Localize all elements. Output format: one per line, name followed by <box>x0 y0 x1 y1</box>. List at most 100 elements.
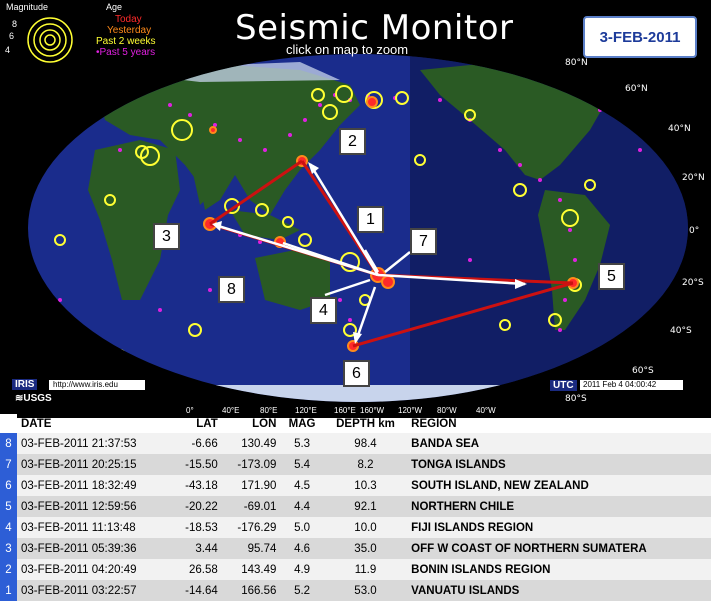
iris-link[interactable]: http://www.iris.edu <box>49 380 145 390</box>
table-row[interactable]: 6 03-FEB-2011 18:32:49 -43.18 171.90 4.5 10.3… <box>0 475 711 496</box>
legend-magnitude-label: Magnitude <box>6 2 49 12</box>
cell-depth: 35.0 <box>323 538 408 559</box>
col-depth: DEPTH km <box>336 417 395 430</box>
lat-label: 60°S <box>632 366 654 376</box>
cell-mag: 4.9 <box>280 559 324 580</box>
cell-lat: 3.44 <box>171 538 222 559</box>
cell-mag: 4.4 <box>280 496 324 517</box>
cell-date: 03-FEB-2011 21:37:53 <box>17 433 172 454</box>
cell-region: OFF W COAST OF NORTHERN SUMATERA <box>407 538 711 559</box>
col-lon: LON <box>252 417 277 430</box>
table-row[interactable]: 5 03-FEB-2011 12:59:56 -20.22 -69.01 4.4 92.1… <box>0 496 711 517</box>
lat-label: 80°N <box>565 58 588 68</box>
legend-mag-6: 6 <box>9 31 15 41</box>
rank-badge: 2 <box>0 559 17 580</box>
cell-date: 03-FEB-2011 03:22:57 <box>17 580 172 601</box>
cell-lon: 130.49 <box>221 433 281 454</box>
cell-region: NORTHERN CHILE <box>407 496 711 517</box>
cell-lat: -20.22 <box>171 496 222 517</box>
world-map[interactable] <box>0 0 711 418</box>
cell-lon: 166.56 <box>221 580 281 601</box>
cell-lat: -18.53 <box>171 517 222 538</box>
cell-lat: -43.18 <box>171 475 222 496</box>
rank-badge: 1 <box>0 580 17 601</box>
legend-age-yesterday: Yesterday <box>107 25 152 36</box>
lat-label: 40°N <box>668 124 691 134</box>
cell-depth: 10.3 <box>323 475 408 496</box>
table-row[interactable]: 7 03-FEB-2011 20:25:15 -15.50 -173.09 5.4 8.2… <box>0 454 711 475</box>
rank-badge: 7 <box>0 454 17 475</box>
cell-depth: 11.9 <box>323 559 408 580</box>
callout-1[interactable]: 1 <box>357 206 384 233</box>
legend-age-today: Today <box>115 14 142 25</box>
cell-lon: 95.74 <box>221 538 281 559</box>
callout-3[interactable]: 3 <box>153 223 180 250</box>
cell-depth: 53.0 <box>323 580 408 601</box>
cell-region: BONIN ISLANDS REGION <box>407 559 711 580</box>
earthquake-table: DATE LAT LON MAG DEPTH km REGION 8 03-FEB… <box>0 414 711 601</box>
cell-mag: 5.2 <box>280 580 324 601</box>
utc-label: UTC <box>550 380 577 391</box>
table-row[interactable]: 4 03-FEB-2011 11:13:48 -18.53 -176.29 5.0 10.… <box>0 517 711 538</box>
table-header-row: DATE LAT LON MAG DEPTH km REGION <box>0 414 711 433</box>
cell-mag: 4.6 <box>280 538 324 559</box>
cell-date: 03-FEB-2011 20:25:15 <box>17 454 172 475</box>
cell-depth: 98.4 <box>323 433 408 454</box>
lat-label: 40°S <box>670 326 692 336</box>
cell-date: 03-FEB-2011 05:39:36 <box>17 538 172 559</box>
col-lat: LAT <box>196 417 218 430</box>
rank-badge: 3 <box>0 538 17 559</box>
usgs-logo: ≋USGS <box>15 393 52 404</box>
callout-2[interactable]: 2 <box>339 128 366 155</box>
legend-age-past-2-weeks: Past 2 weeks <box>96 36 156 47</box>
col-region: REGION <box>411 417 457 430</box>
cell-date: 03-FEB-2011 04:20:49 <box>17 559 172 580</box>
cell-depth: 8.2 <box>323 454 408 475</box>
cell-region: SOUTH ISLAND, NEW ZEALAND <box>407 475 711 496</box>
cell-depth: 10.0 <box>323 517 408 538</box>
table-row[interactable]: 1 03-FEB-2011 03:22:57 -14.64 166.56 5.2 53.0… <box>0 580 711 601</box>
cell-lon: -173.09 <box>221 454 281 475</box>
rank-badge: 4 <box>0 517 17 538</box>
rank-badge: 6 <box>0 475 17 496</box>
callout-7[interactable]: 7 <box>410 228 437 255</box>
cell-depth: 92.1 <box>323 496 408 517</box>
legend-age-label: Age <box>106 2 123 12</box>
col-date: DATE <box>21 417 52 430</box>
rank-badge: 5 <box>0 496 17 517</box>
cell-mag: 4.5 <box>280 475 324 496</box>
cell-lon: 171.90 <box>221 475 281 496</box>
cell-date: 03-FEB-2011 18:32:49 <box>17 475 172 496</box>
rank-badge: 8 <box>0 433 17 454</box>
callout-6[interactable]: 6 <box>343 360 370 387</box>
lat-label: 20°S <box>682 278 704 288</box>
cell-lat: 26.58 <box>171 559 222 580</box>
cell-lon: -176.29 <box>221 517 281 538</box>
cell-region: TONGA ISLANDS <box>407 454 711 475</box>
lat-label: 20°N <box>682 173 705 183</box>
table-row[interactable]: 2 03-FEB-2011 04:20:49 26.58 143.49 4.9 11.9 B… <box>0 559 711 580</box>
callout-8[interactable]: 8 <box>218 276 245 303</box>
table-row[interactable]: 8 03-FEB-2011 21:37:53 -6.66 130.49 5.3 98.4 B… <box>0 433 711 454</box>
callout-4[interactable]: 4 <box>310 297 337 324</box>
cell-lat: -14.64 <box>171 580 222 601</box>
page-subtitle: click on map to zoom <box>286 42 409 57</box>
lat-label: 80°S <box>565 394 587 404</box>
utc-timestamp: 2011 Feb 4 04:00:42 <box>580 380 683 390</box>
cell-lat: -15.50 <box>171 454 222 475</box>
cell-lon: 143.49 <box>221 559 281 580</box>
lat-label: 60°N <box>625 84 648 94</box>
iris-logo: IRIS <box>12 379 38 390</box>
table-row[interactable]: 3 03-FEB-2011 05:39:36 3.44 95.74 4.6 35.0 OFF… <box>0 538 711 559</box>
seismic-map[interactable]: Magnitude Age 8 6 4 Today Yesterday Past… <box>0 0 711 418</box>
callout-5[interactable]: 5 <box>598 263 625 290</box>
legend-mag-8: 8 <box>12 19 18 29</box>
legend-mag-4: 4 <box>5 45 11 55</box>
legend-age-past-5-years: •Past 5 years <box>96 47 156 58</box>
cell-region: BANDA SEA <box>407 433 711 454</box>
cell-date: 03-FEB-2011 12:59:56 <box>17 496 172 517</box>
cell-mag: 5.3 <box>280 433 324 454</box>
date-badge: 3-FEB-2011 <box>583 16 697 58</box>
cell-date: 03-FEB-2011 11:13:48 <box>17 517 172 538</box>
cell-lat: -6.66 <box>171 433 222 454</box>
